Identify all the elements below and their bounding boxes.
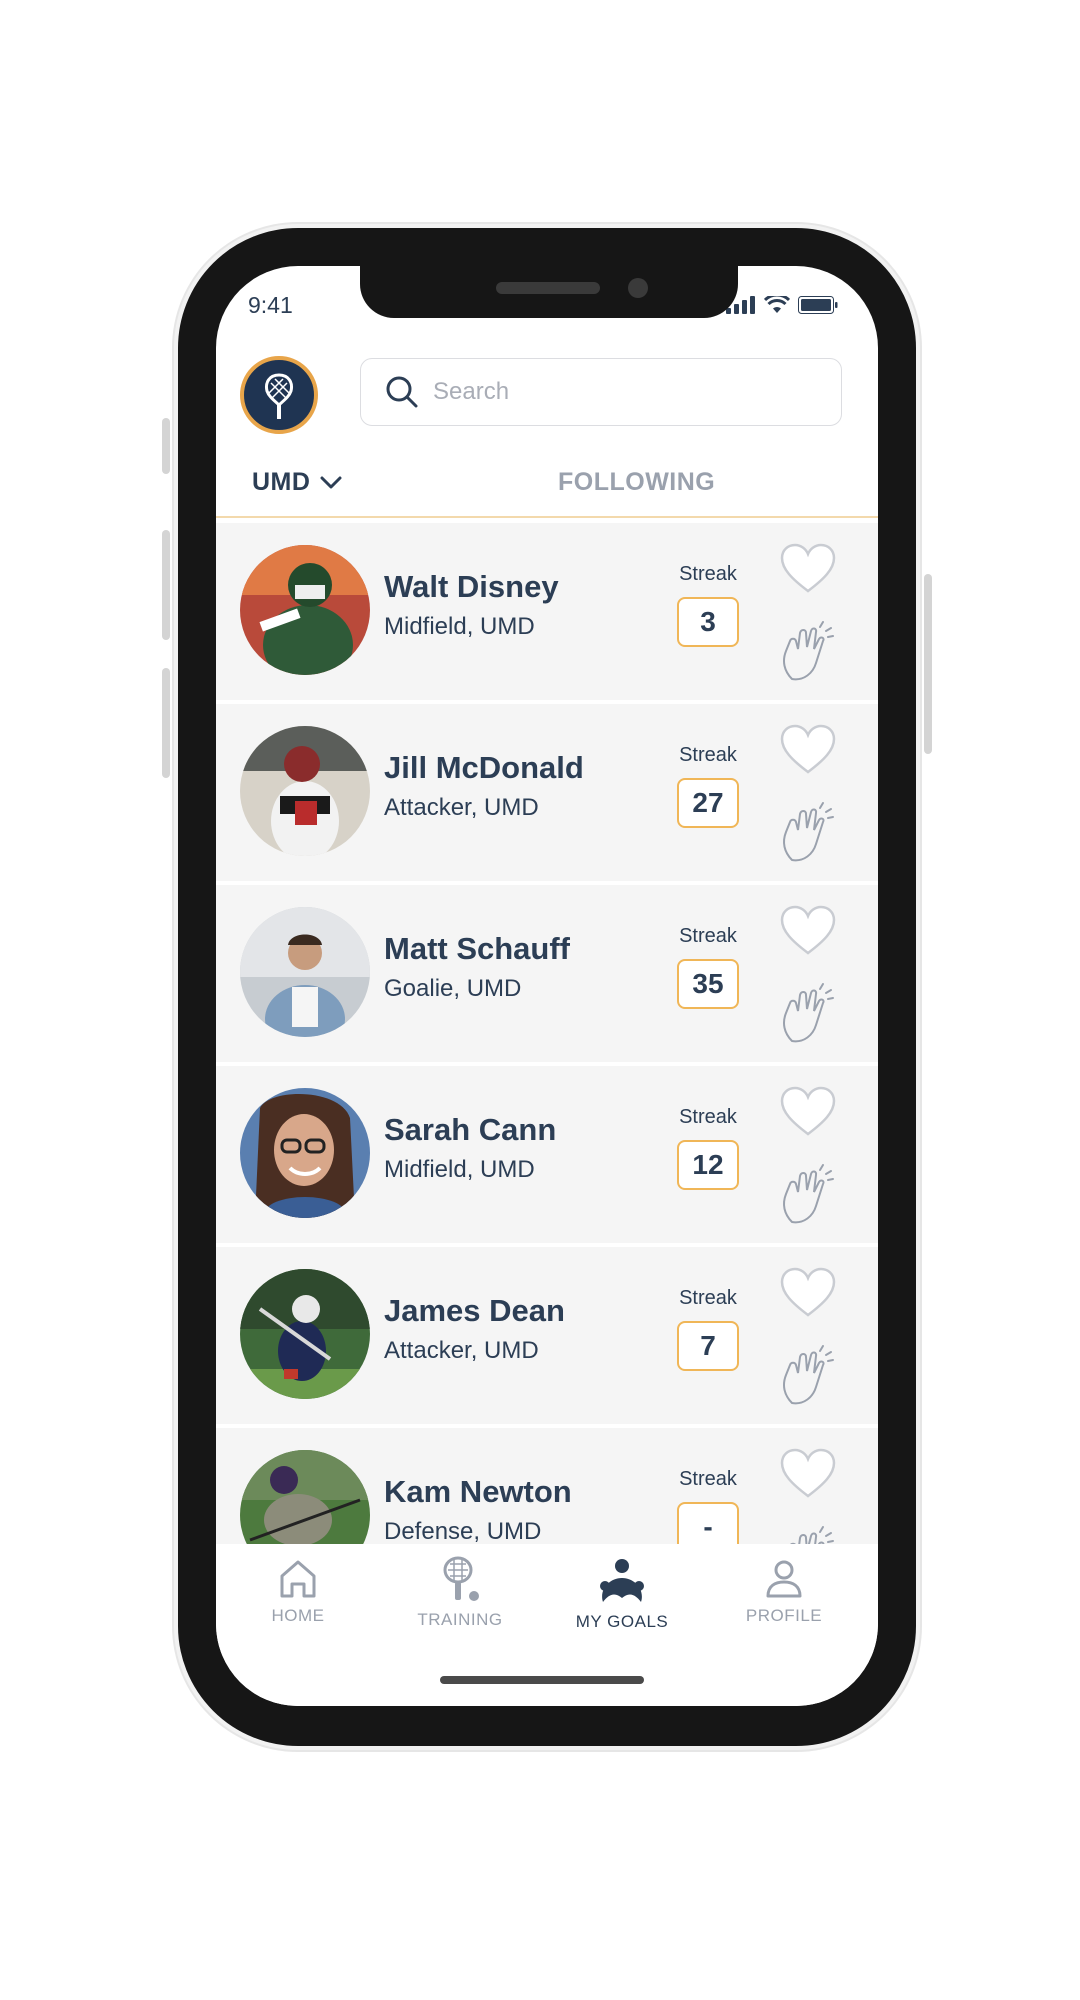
person-icon [766,1560,802,1598]
heart-icon[interactable] [778,541,838,595]
streak-label: Streak [679,744,737,766]
heart-icon[interactable] [778,1265,838,1319]
status-time: 9:41 [248,292,293,318]
tab-umd-label: UMD [252,468,311,496]
search-bar[interactable] [360,358,842,426]
volume-down-button [162,668,170,778]
volume-up-button [162,530,170,640]
list-item[interactable]: Kam Newton Defense, UMD Streak - [216,1428,878,1544]
avatar [240,1450,370,1544]
heart-icon[interactable] [778,1446,838,1500]
tab-following[interactable]: FOLLOWING [558,468,715,497]
avatar [240,545,370,675]
clap-icon[interactable] [776,1343,836,1407]
nav-my-goals[interactable]: MY GOALS [552,1556,692,1632]
streak-value: 7 [677,1321,739,1371]
player-name: Jill McDonald [384,750,584,785]
nav-profile-label: PROFILE [745,1606,823,1625]
list-item[interactable]: Matt Schauff Goalie, UMD Streak 35 [216,885,878,1062]
nav-profile[interactable]: PROFILE [714,1556,854,1626]
streak-label: Streak [679,1468,737,1490]
clap-icon[interactable] [776,1162,836,1226]
tab-bar: UMD FOLLOWING [216,454,878,518]
heart-icon[interactable] [778,903,838,957]
home-icon [280,1560,316,1598]
avatar [240,1269,370,1399]
header [216,356,878,446]
heart-icon[interactable] [778,722,838,776]
search-input[interactable] [431,377,811,407]
player-position: Attacker, UMD [384,1337,539,1364]
clap-icon[interactable] [776,1524,836,1544]
player-position: Midfield, UMD [384,1156,535,1183]
notch [360,266,738,318]
search-icon [386,376,418,408]
speaker [496,282,600,294]
heart-icon[interactable] [778,1084,838,1138]
player-list: Walt Disney Midfield, UMD Streak 3 Jill … [216,521,878,1544]
streak-value: 3 [677,597,739,647]
streak-value: 35 [677,959,739,1009]
streak-label: Streak [679,925,737,947]
avatar [240,726,370,856]
chevron-down-icon [320,476,342,488]
camera [628,278,648,298]
streak-value: 27 [677,778,739,828]
avatar [240,907,370,1037]
streak-value: - [677,1502,739,1544]
wifi-icon [764,296,790,313]
status-icons [726,296,838,314]
list-item[interactable]: Sarah Cann Midfield, UMD Streak 12 [216,1066,878,1243]
nav-training[interactable]: TRAINING [390,1556,530,1630]
player-position: Midfield, UMD [384,613,535,640]
power-button [924,574,932,754]
player-position: Goalie, UMD [384,975,522,1002]
clap-icon[interactable] [776,800,836,864]
avatar [240,1088,370,1218]
nav-home-label: HOME [271,1606,325,1625]
home-indicator[interactable] [440,1676,644,1684]
streak-label: Streak [679,563,737,585]
player-position: Attacker, UMD [384,794,539,821]
tab-following-label: FOLLOWING [558,468,716,496]
app-logo[interactable] [240,356,318,434]
clap-icon[interactable] [776,981,836,1045]
player-name: James Dean [384,1293,565,1328]
list-item[interactable]: James Dean Attacker, UMD Streak 7 [216,1247,878,1424]
streak-value: 12 [677,1140,739,1190]
streak-label: Streak [679,1287,737,1309]
player-name: Sarah Cann [384,1112,557,1147]
nav-home[interactable]: HOME [228,1556,368,1626]
nav-my-goals-label: MY GOALS [575,1612,669,1631]
racket-icon [443,1556,479,1601]
tab-umd[interactable]: UMD [252,468,342,497]
mute-switch [162,418,170,474]
player-name: Walt Disney [384,569,559,604]
list-item[interactable]: Jill McDonald Attacker, UMD Streak 27 [216,704,878,881]
player-name: Matt Schauff [384,931,570,966]
player-position: Defense, UMD [384,1518,542,1544]
goals-icon [600,1559,644,1602]
clap-icon[interactable] [776,619,836,683]
player-name: Kam Newton [384,1474,572,1509]
nav-training-label: TRAINING [417,1610,503,1629]
list-item[interactable]: Walt Disney Midfield, UMD Streak 3 [216,523,878,700]
phone-frame: 9:41 Search UMD FOLLOWING Walt Disney Mi… [162,224,932,1750]
phone-screen: 9:41 Search UMD FOLLOWING Walt Disney Mi… [216,266,878,1706]
lacrosse-stick-icon [265,373,293,419]
battery-icon [798,296,838,314]
streak-label: Streak [679,1106,737,1128]
